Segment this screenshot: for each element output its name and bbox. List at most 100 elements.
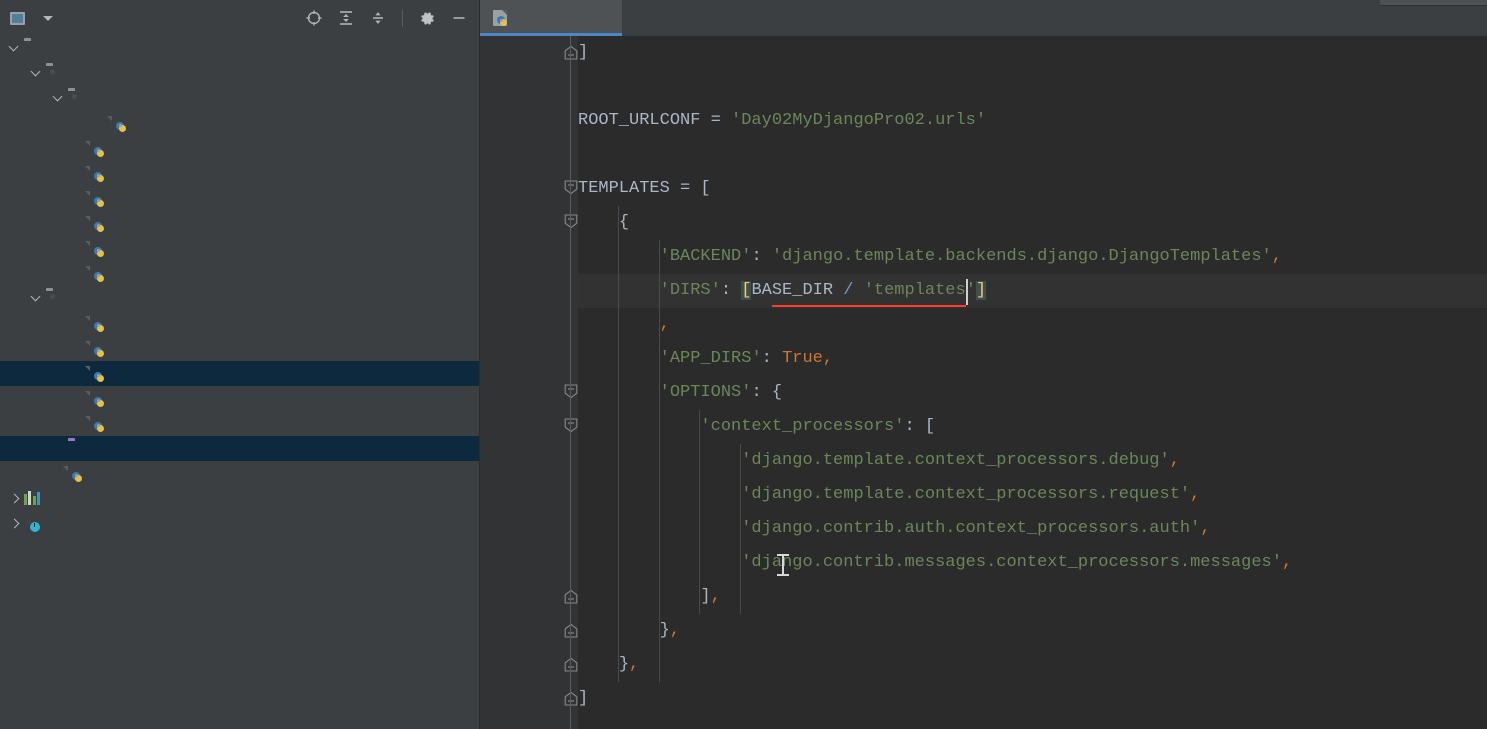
tree-item--init-py[interactable]	[0, 311, 479, 336]
python-file-icon	[90, 316, 107, 332]
code-line-54[interactable]: 'django.contrib.auth.context_processors.…	[480, 512, 1487, 546]
expand-all-icon[interactable]	[336, 8, 356, 28]
code-viewport[interactable]: ] ROOT_URLCONF = 'Day02MyDjangoPro02.urls…	[480, 36, 1487, 729]
code-line-51[interactable]: 'context_processors': [	[480, 410, 1487, 444]
tree-item-day02mydjangopro02[interactable]	[0, 286, 479, 311]
tree-item-app[interactable]	[0, 61, 479, 86]
tree-item-external-libraries[interactable]	[0, 486, 479, 511]
indent-guide	[740, 444, 742, 614]
fold-start-icon[interactable]	[564, 180, 578, 195]
chevron-down-icon[interactable]	[30, 67, 43, 80]
libraries-icon	[24, 490, 41, 507]
fold-start-icon[interactable]	[564, 214, 578, 229]
code-line-58[interactable]: },	[480, 648, 1487, 682]
project-title-group[interactable]	[10, 11, 304, 25]
chevron-down-icon[interactable]	[8, 42, 21, 55]
code-text: 'context_processors': [	[700, 417, 936, 436]
tree-item-scratches-and-consoles[interactable]	[0, 511, 479, 536]
fold-end-icon[interactable]	[564, 589, 578, 604]
tree-item-tests-py[interactable]	[0, 236, 479, 261]
code-line-48[interactable]: ,	[480, 308, 1487, 342]
tab-settings-py[interactable]	[480, 0, 622, 36]
error-underline	[771, 305, 966, 307]
text-caret	[965, 279, 968, 305]
fold-end-icon[interactable]	[564, 657, 578, 672]
tree-item-migrations[interactable]	[0, 86, 479, 111]
gear-icon[interactable]	[417, 8, 437, 28]
code-text: },	[618, 655, 640, 674]
code-line-46[interactable]: 'BACKEND': 'django.template.backends.dja…	[480, 240, 1487, 274]
project-tree[interactable]	[0, 36, 479, 536]
fold-start-icon[interactable]	[564, 418, 578, 433]
folder-icon	[24, 41, 41, 57]
code-line-44[interactable]: TEMPLATES = [	[480, 172, 1487, 206]
fold-end-icon[interactable]	[564, 623, 578, 638]
module-folder-icon	[46, 66, 63, 82]
code-line-55[interactable]: 'django.contrib.messages.context_process…	[480, 546, 1487, 580]
indent-guide	[699, 410, 701, 614]
code-line-59[interactable]: ]	[480, 682, 1487, 716]
code-line-41[interactable]	[480, 70, 1487, 104]
project-window-icon	[10, 11, 25, 25]
tree-item-models-py[interactable]	[0, 211, 479, 236]
code-text: 'django.contrib.messages.context_process…	[741, 553, 1293, 572]
chevron-right-icon[interactable]	[8, 517, 21, 530]
python-file-icon	[90, 191, 107, 207]
python-file-icon	[90, 341, 107, 357]
tree-item-apps-py[interactable]	[0, 186, 479, 211]
code-line-53[interactable]: 'django.template.context_processors.requ…	[480, 478, 1487, 512]
tree-item--init-py[interactable]	[0, 136, 479, 161]
code-text: 'OPTIONS': {	[659, 383, 783, 402]
window-chrome-strip	[1380, 0, 1487, 6]
collapse-all-icon[interactable]	[368, 8, 388, 28]
python-file-icon	[90, 366, 107, 382]
tree-item--init-py[interactable]	[0, 111, 479, 136]
code-line-57[interactable]: },	[480, 614, 1487, 648]
python-file-icon	[90, 391, 107, 407]
code-line-45[interactable]: {	[480, 206, 1487, 240]
code-text: 'django.template.context_processors.requ…	[741, 485, 1201, 504]
tree-item-asgi-py[interactable]	[0, 336, 479, 361]
code-line-56[interactable]: ],	[480, 580, 1487, 614]
code-line-43[interactable]	[480, 138, 1487, 172]
python-file-icon	[90, 416, 107, 432]
fold-end-icon[interactable]	[564, 45, 578, 60]
python-file-icon	[90, 166, 107, 182]
mouse-cursor-ibeam	[777, 554, 789, 576]
chevron-right-icon[interactable]	[8, 492, 21, 505]
python-file-icon	[112, 116, 129, 132]
code-text: 'django.contrib.auth.context_processors.…	[741, 519, 1211, 538]
tree-item-day02mydjangopro02[interactable]	[0, 36, 479, 61]
tree-item-manage-py[interactable]	[0, 461, 479, 486]
tree-item-views-py[interactable]	[0, 261, 479, 286]
select-opened-file-icon[interactable]	[304, 8, 324, 28]
tree-item-templates[interactable]	[0, 436, 479, 461]
code-text: 'BACKEND': 'django.template.backends.dja…	[659, 247, 1282, 266]
project-tool-window	[0, 0, 480, 729]
code-text: ROOT_URLCONF = 'Day02MyDjangoPro02.urls'	[578, 111, 987, 130]
chevron-down-icon[interactable]	[52, 92, 65, 105]
chevron-down-icon[interactable]	[43, 15, 53, 21]
fold-end-icon[interactable]	[564, 691, 578, 706]
python-file-icon	[90, 216, 107, 232]
fold-start-icon[interactable]	[564, 384, 578, 399]
code-text: },	[659, 621, 681, 640]
tree-item-admin-py[interactable]	[0, 161, 479, 186]
code-line-50[interactable]: 'OPTIONS': {	[480, 376, 1487, 410]
tree-item-wsgi-py[interactable]	[0, 411, 479, 436]
tree-item-urls-py[interactable]	[0, 386, 479, 411]
chevron-down-icon[interactable]	[30, 292, 43, 305]
code-line-47[interactable]: 'DIRS': [BASE_DIR / 'templates']	[480, 274, 1487, 308]
tree-item-settings-py[interactable]	[0, 361, 479, 386]
template-folder-icon	[68, 441, 85, 457]
code-text: {	[618, 213, 630, 232]
minimize-icon[interactable]	[449, 8, 469, 28]
editor-tab-bar	[480, 0, 1487, 36]
code-line-42[interactable]: ROOT_URLCONF = 'Day02MyDjangoPro02.urls'	[480, 104, 1487, 138]
python-file-icon	[68, 466, 85, 482]
code-text: 'APP_DIRS': True,	[659, 349, 834, 368]
code-line-52[interactable]: 'django.template.context_processors.debu…	[480, 444, 1487, 478]
code-line-40[interactable]: ]	[480, 36, 1487, 70]
code-text: ,	[659, 315, 670, 334]
code-line-49[interactable]: 'APP_DIRS': True,	[480, 342, 1487, 376]
